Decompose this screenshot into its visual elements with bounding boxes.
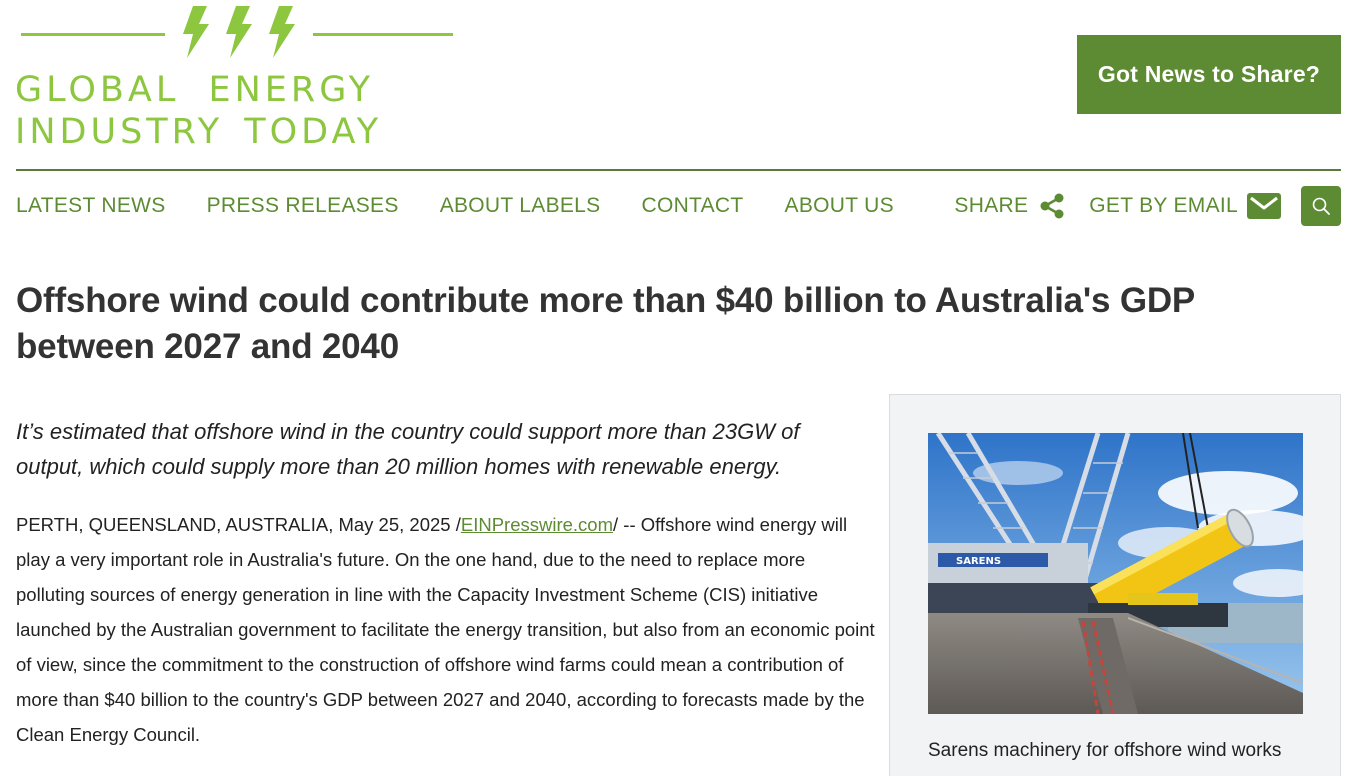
einpresswire-link[interactable]: EINPresswire.com	[461, 514, 613, 535]
search-button[interactable]	[1301, 186, 1341, 226]
featured-photo[interactable]: SARENS	[928, 433, 1303, 714]
featured-image-card: SARENS Sarens machinery for offshore win	[889, 394, 1341, 776]
logo-line-left	[21, 33, 165, 36]
nav-contact[interactable]: CONTACT	[641, 194, 743, 218]
logo-text-line1: GLOBAL ENERGY	[15, 70, 374, 110]
main-nav: LATEST NEWS PRESS RELEASES ABOUT LABELS …	[16, 186, 935, 226]
search-icon	[1312, 197, 1330, 215]
nav-about-labels[interactable]: ABOUT LABELS	[440, 194, 601, 218]
crane-photo-illustration: SARENS	[928, 433, 1303, 714]
lightning-bolts-icon	[183, 6, 295, 58]
photo-text-sarens: SARENS	[956, 556, 1001, 567]
logo-text-line2: INDUSTRY TODAY	[15, 112, 383, 152]
share-label: SHARE	[954, 194, 1029, 217]
envelope-icon	[1247, 193, 1281, 219]
site-logo[interactable]: GLOBAL ENERGY INDUSTRY TODAY	[15, 4, 455, 152]
article-headline: Offshore wind could contribute more than…	[16, 281, 1195, 366]
share-button[interactable]: SHARE	[954, 191, 1067, 221]
share-icon	[1040, 193, 1064, 219]
email-label: GET BY EMAIL	[1089, 194, 1238, 217]
dateline: PERTH, QUEENSLAND, AUSTRALIA, May 25, 20…	[16, 514, 461, 535]
body-text: / -- Offshore wind energy will play a ve…	[16, 514, 875, 745]
nav-latest-news[interactable]: LATEST NEWS	[16, 194, 166, 218]
nav-about-us[interactable]: ABOUT US	[785, 194, 894, 218]
nav-press-releases[interactable]: PRESS RELEASES	[207, 194, 399, 218]
article-lede: It’s estimated that offshore wind in the…	[16, 419, 800, 479]
got-news-button[interactable]: Got News to Share?	[1077, 35, 1341, 114]
get-by-email-button[interactable]: GET BY EMAIL	[1089, 193, 1281, 219]
nav-actions: SHARE GET BY EMAIL	[954, 186, 1341, 226]
photo-caption: Sarens machinery for offshore wind works	[928, 740, 1282, 761]
header-divider	[16, 169, 1341, 171]
logo-line-right	[313, 33, 453, 36]
article-body: PERTH, QUEENSLAND, AUSTRALIA, May 25, 20…	[16, 507, 876, 752]
